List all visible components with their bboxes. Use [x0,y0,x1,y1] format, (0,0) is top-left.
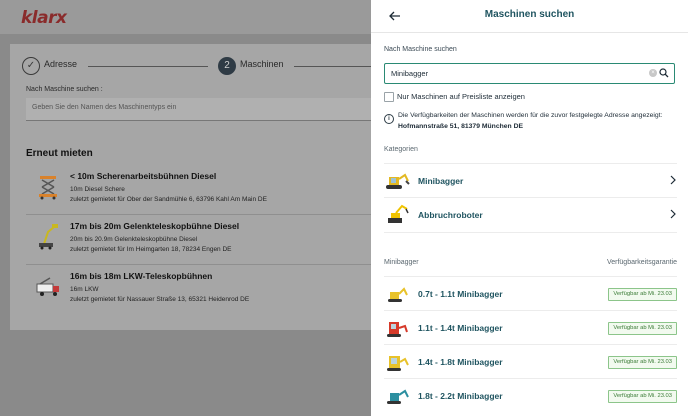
machine-search-panel: Maschinen suchen Nach Maschine suchen Mi… [371,0,688,416]
pricelist-only-checkbox[interactable] [384,92,394,102]
machine-list-item[interactable]: 1.1t - 1.4t Minibagger Verfügbar ab Mi. … [384,310,677,345]
info-icon: i [384,114,394,124]
step-divider [88,66,208,67]
progress-stepper: ✓ Adresse 2 Maschinen [22,54,412,76]
search-icon[interactable] [659,68,669,78]
machine-list-header: Minibagger Verfügbarkeitsgarantie [384,259,677,271]
machine-name: 1.8t - 2.2t Minibagger [418,391,503,401]
category-name: Minibagger [418,176,464,186]
chevron-right-icon [670,175,676,185]
rent-again-item[interactable]: < 10m Scherenarbeitsbühnen Diesel 10m Di… [26,168,406,215]
step-2-badge: 2 [218,57,236,75]
machine-name: 1.1t - 1.4t Minibagger [418,323,503,333]
availability-address: Hofmannstraße 51, 81379 München DE [398,123,524,130]
availability-badge: Verfügbar ab Mi. 23.03 [608,288,677,301]
boom-lift-icon [39,224,58,250]
machine-list-title: Minibagger [384,259,419,266]
machine-search-input[interactable]: Minibagger × [384,63,675,84]
availability-info-text: Die Verfügbarkeiten der Maschinen werden… [398,112,663,119]
background-card: ✓ Adresse 2 Maschinen Nach Maschine such… [10,44,410,330]
categories-label: Kategorien [384,146,418,153]
mini-excavator-yellow-icon [388,287,408,302]
mini-excavator-icon [386,173,410,189]
step-1-label: Adresse [44,59,78,69]
machine-list-item[interactable]: 1.8t - 2.2t Minibagger Verfügbar ab Mi. … [384,378,677,413]
demolition-robot-icon [388,204,409,223]
rent-again-item[interactable]: 16m bis 18m LKW-Teleskopbühnen 16m LKW z… [26,268,406,314]
step-2-label: Maschinen [240,59,284,69]
mini-excavator-yellow-icon [387,356,409,371]
availability-info: Die Verfügbarkeiten der Maschinen werden… [398,110,688,132]
rent-item-last-rented: zuletzt gemietet für Im Heimgarten 18, 7… [70,246,232,253]
machine-list-item[interactable]: 1.4t - 1.8t Minibagger Verfügbar ab Mi. … [384,344,677,379]
availability-badge: Verfügbar ab Mi. 23.03 [608,390,677,403]
clear-icon[interactable]: × [649,69,657,77]
rent-item-title: 16m bis 18m LKW-Teleskopbühnen [70,271,213,281]
machine-list-item[interactable]: 0.7t - 1.1t Minibagger Verfügbar ab Mi. … [384,276,677,311]
machine-name: 1.4t - 1.8t Minibagger [418,357,503,367]
rent-item-subtitle: 10m Diesel Schere [70,186,125,193]
chevron-right-icon [670,209,676,219]
rent-item-last-rented: zuletzt gemietet für Nassauer Straße 13,… [70,296,250,303]
availability-guarantee-label: Verfügbarkeitsgarantie [606,259,677,266]
rent-item-subtitle: 20m bis 20.9m Gelenkteleskopbühne Diesel [70,236,198,243]
rent-item-title: 17m bis 20m Gelenkteleskopbühne Diesel [70,221,240,231]
category-item-abbruchroboter[interactable]: Abbruchroboter [384,197,677,233]
mini-excavator-teal-icon [387,389,409,404]
truck-lift-icon [36,277,59,296]
background-search-input[interactable]: Geben Sie den Namen des Maschinentyps ei… [26,98,406,121]
category-item-minibagger[interactable]: Minibagger [384,163,677,198]
availability-badge: Verfügbar ab Mi. 23.03 [608,322,677,335]
klarx-logo[interactable]: klarx [21,8,67,28]
rent-again-item[interactable]: 17m bis 20m Gelenkteleskopbühne Diesel 2… [26,218,406,265]
category-name: Abbruchroboter [418,210,483,220]
pricelist-only-label[interactable]: Nur Maschinen auf Preisliste anzeigen [397,92,525,101]
panel-title: Maschinen suchen [484,9,575,20]
background-search-placeholder: Geben Sie den Namen des Maschinentyps ei… [32,104,177,111]
step-1-check-icon: ✓ [22,57,40,75]
rent-item-last-rented: zuletzt gemietet für Ober der Sandmühle … [70,196,267,203]
scissor-lift-icon [39,176,57,200]
rent-item-title: < 10m Scherenarbeitsbühnen Diesel [70,171,217,181]
rent-item-subtitle: 16m LKW [70,286,99,293]
machine-name: 0.7t - 1.1t Minibagger [418,289,503,299]
rent-again-heading: Erneut mieten [26,148,93,159]
background-search-label: Nach Maschine suchen : [26,86,103,93]
search-label: Nach Maschine suchen [384,46,457,53]
panel-header: Maschinen suchen [371,0,688,33]
mini-excavator-red-icon [387,322,408,337]
availability-badge: Verfügbar ab Mi. 23.03 [608,356,677,369]
search-input-value: Minibagger [391,69,429,78]
